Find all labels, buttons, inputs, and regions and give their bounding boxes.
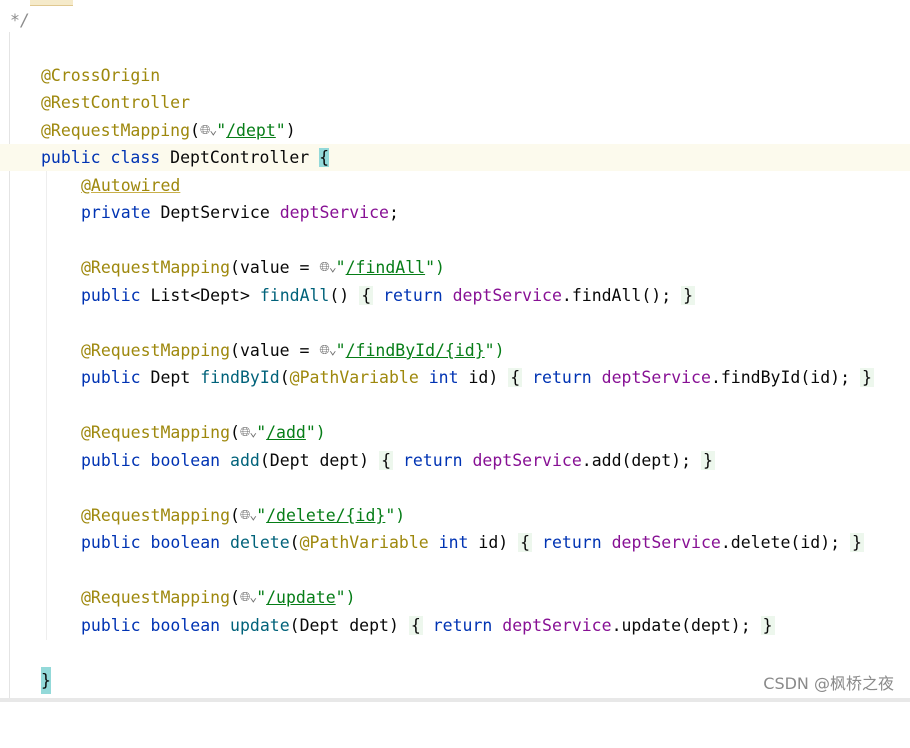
- globe-icon[interactable]: 🌐︎⌄: [240, 584, 257, 611]
- folded-body-open[interactable]: {: [379, 451, 393, 470]
- globe-icon[interactable]: 🌐︎⌄: [200, 117, 217, 144]
- class-declaration: public class DeptController {: [41, 148, 330, 167]
- code-line-mapping-findall: @RequestMapping(value = 🌐︎⌄"/findAll"): [0, 254, 910, 281]
- method-add: public boolean add(Dept dept) { return d…: [81, 451, 715, 470]
- method-findall: public List<Dept> findAll() { return dep…: [81, 286, 696, 305]
- code-line-method-delete: public boolean delete(@PathVariable int …: [0, 529, 910, 556]
- brace-match-close: }: [41, 667, 51, 694]
- folded-body-close[interactable]: }: [859, 368, 874, 387]
- class-mapping: @RequestMapping(🌐︎⌄"/dept"): [41, 117, 296, 144]
- url-link-update[interactable]: /update: [266, 588, 336, 607]
- globe-icon[interactable]: 🌐︎⌄: [240, 502, 257, 529]
- url-link-add[interactable]: /add: [266, 423, 306, 442]
- comment-end: */: [10, 11, 30, 30]
- code-line-comment-end: */: [0, 7, 910, 34]
- mapping-delete: @RequestMapping(🌐︎⌄"/delete/{id}"): [81, 502, 405, 529]
- method-findbyid: public Dept findById(@PathVariable int i…: [81, 368, 874, 387]
- folded-body-close[interactable]: }: [681, 286, 696, 305]
- fold-marker: [30, 0, 73, 6]
- folded-body-close[interactable]: }: [760, 616, 775, 635]
- field-declaration: private DeptService deptService;: [81, 203, 399, 222]
- code-line-restcontroller: @RestController: [0, 89, 910, 116]
- code-line-field: private DeptService deptService;: [0, 199, 910, 226]
- code-line-class-decl: public class DeptController {: [0, 144, 910, 171]
- code-line-mapping-update: @RequestMapping(🌐︎⌄"/update"): [0, 584, 910, 611]
- code-editor[interactable]: */ @CrossOrigin @RestController @Request…: [0, 0, 910, 702]
- mapping-findall: @RequestMapping(value = 🌐︎⌄"/findAll"): [81, 254, 445, 281]
- code-line-class-mapping: @RequestMapping(🌐︎⌄"/dept"): [0, 117, 910, 144]
- folded-body-open[interactable]: {: [408, 616, 423, 635]
- url-link-findall[interactable]: /findAll: [346, 258, 425, 277]
- annotation-restcontroller: @RestController: [41, 93, 191, 112]
- folded-body-close[interactable]: }: [700, 451, 715, 470]
- watermark: CSDN @枫桥之夜: [763, 674, 894, 693]
- annotation-autowired: @Autowired: [81, 176, 181, 195]
- horizontal-scrollbar[interactable]: [0, 698, 910, 702]
- globe-icon[interactable]: 🌐︎⌄: [240, 419, 257, 446]
- url-link-dept[interactable]: /dept: [226, 121, 276, 140]
- indent-guide-inner: [46, 170, 47, 640]
- globe-icon[interactable]: 🌐︎⌄: [319, 254, 336, 281]
- annotation-crossorigin: @CrossOrigin: [41, 66, 161, 85]
- url-link-delete[interactable]: /delete/{id}: [266, 506, 385, 525]
- code-line-method-findall: public List<Dept> findAll() { return dep…: [0, 282, 910, 309]
- mapping-update: @RequestMapping(🌐︎⌄"/update"): [81, 584, 356, 611]
- brace-match-open: {: [319, 148, 330, 167]
- folded-body-open[interactable]: {: [518, 533, 533, 552]
- mapping-add: @RequestMapping(🌐︎⌄"/add"): [81, 419, 326, 446]
- code-line-mapping-add: @RequestMapping(🌐︎⌄"/add"): [0, 419, 910, 446]
- code-line-method-add: public boolean add(Dept dept) { return d…: [0, 447, 910, 474]
- folded-body-open[interactable]: {: [359, 286, 374, 305]
- method-delete: public boolean delete(@PathVariable int …: [81, 533, 864, 552]
- method-update: public boolean update(Dept dept) { retur…: [81, 616, 775, 635]
- folded-body-open[interactable]: {: [508, 368, 523, 387]
- mapping-findbyid: @RequestMapping(value = 🌐︎⌄"/findById/{i…: [81, 337, 505, 364]
- globe-icon[interactable]: 🌐︎⌄: [319, 337, 336, 364]
- folded-body-close[interactable]: }: [850, 533, 864, 552]
- code-line-crossorigin: @CrossOrigin: [0, 62, 910, 89]
- code-line-autowired: @Autowired: [0, 172, 910, 199]
- code-line-mapping-findbyid: @RequestMapping(value = 🌐︎⌄"/findById/{i…: [0, 337, 910, 364]
- code-line-method-update: public boolean update(Dept dept) { retur…: [0, 612, 910, 639]
- code-line-method-findbyid: public Dept findById(@PathVariable int i…: [0, 364, 910, 391]
- url-link-findbyid[interactable]: /findById/{id}: [346, 341, 485, 360]
- code-line-mapping-delete: @RequestMapping(🌐︎⌄"/delete/{id}"): [0, 502, 910, 529]
